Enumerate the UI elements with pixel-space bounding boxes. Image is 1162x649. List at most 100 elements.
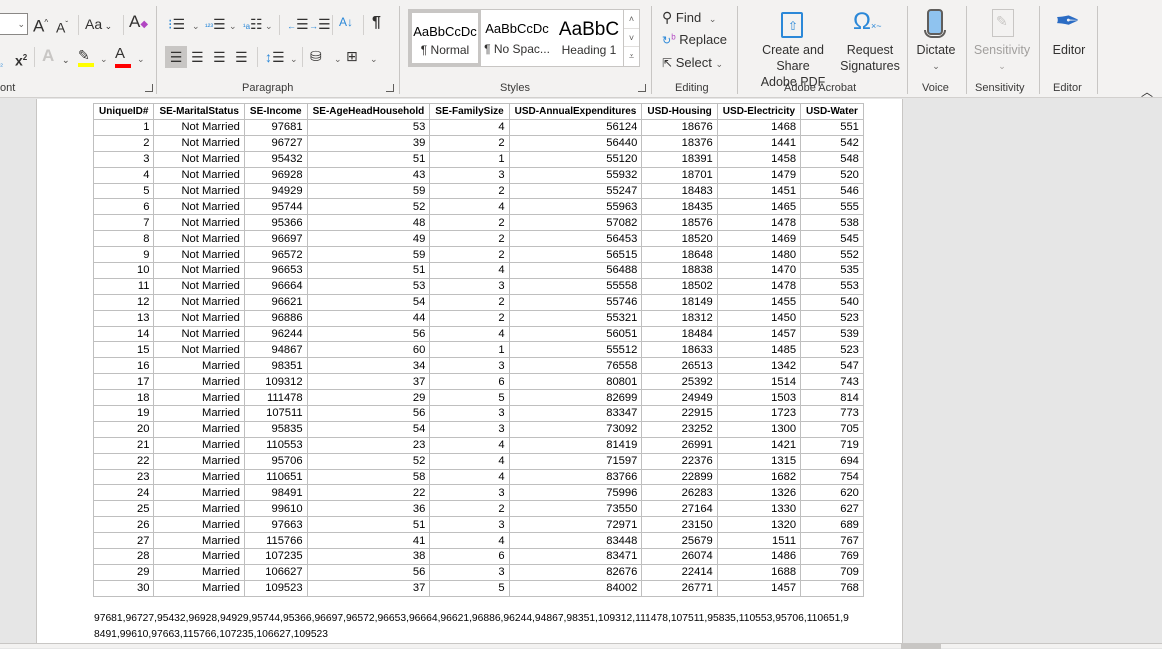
table-cell[interactable]: 1457 xyxy=(716,325,802,343)
table-cell[interactable]: Not Married xyxy=(153,325,245,343)
table-cell[interactable]: 48 xyxy=(306,214,431,232)
table-cell[interactable]: 44 xyxy=(306,309,431,327)
table-cell[interactable]: 18149 xyxy=(641,293,718,311)
table-cell[interactable]: 18838 xyxy=(641,262,718,279)
table-cell[interactable]: 1 xyxy=(429,341,510,359)
table-cell[interactable]: 1342 xyxy=(716,357,802,375)
table-cell[interactable]: 694 xyxy=(800,452,864,470)
table-cell[interactable]: 1320 xyxy=(716,516,802,534)
table-cell[interactable]: Married xyxy=(153,563,245,581)
table-cell[interactable]: 83448 xyxy=(508,532,643,550)
table-cell[interactable]: 3 xyxy=(92,150,155,168)
table-cell[interactable]: 18676 xyxy=(641,119,718,136)
table-cell[interactable]: 8 xyxy=(92,230,155,248)
table-cell[interactable]: 1478 xyxy=(716,277,802,295)
table-cell[interactable]: 56124 xyxy=(508,119,643,136)
table-cell[interactable]: 26513 xyxy=(641,357,718,375)
table-cell[interactable]: 109312 xyxy=(243,373,308,391)
align-right-button[interactable]: ☰ xyxy=(213,49,226,65)
line-spacing-button[interactable]: ↕☰ ⌄ xyxy=(265,49,298,65)
table-cell[interactable]: 18483 xyxy=(641,182,718,200)
table-cell[interactable]: 23150 xyxy=(641,516,718,534)
table-cell[interactable]: 10 xyxy=(92,262,155,279)
table-cell[interactable]: 26771 xyxy=(641,579,718,597)
table-cell[interactable]: 111478 xyxy=(243,389,308,407)
table-cell[interactable]: 22 xyxy=(92,452,155,470)
table-cell[interactable]: Not Married xyxy=(153,166,245,184)
bullets-button[interactable]: ⁝☰ ⌄ xyxy=(168,16,200,32)
table-cell[interactable]: 4 xyxy=(429,532,510,550)
table-cell[interactable]: Married xyxy=(153,484,245,502)
table-cell[interactable]: 22 xyxy=(306,484,431,502)
table-cell[interactable]: Married xyxy=(153,500,245,518)
table-cell[interactable]: 29 xyxy=(92,563,155,581)
font-color-button[interactable]: A ⌄ xyxy=(115,46,145,68)
table-cell[interactable]: 5 xyxy=(92,182,155,200)
table-cell[interactable]: Not Married xyxy=(153,293,245,311)
table-cell[interactable]: 2 xyxy=(429,230,510,248)
table-cell[interactable]: 97663 xyxy=(243,516,308,534)
table-cell[interactable]: 53 xyxy=(306,119,431,136)
table-cell[interactable]: Not Married xyxy=(153,119,245,136)
font-size-dropdown[interactable]: ⌄ xyxy=(0,13,28,35)
table-cell[interactable]: 56440 xyxy=(508,134,643,152)
table-cell[interactable]: 18312 xyxy=(641,309,718,327)
table-cell[interactable]: Not Married xyxy=(153,230,245,248)
table-cell[interactable]: Not Married xyxy=(153,262,245,279)
paragraph-dialog-launcher[interactable] xyxy=(386,84,394,92)
table-cell[interactable]: 96653 xyxy=(243,262,308,279)
table-cell[interactable]: 540 xyxy=(800,293,864,311)
table-cell[interactable]: 620 xyxy=(800,484,864,502)
table-cell[interactable]: 1469 xyxy=(716,230,802,248)
table-cell[interactable]: 23 xyxy=(92,468,155,486)
table-cell[interactable]: 24 xyxy=(92,484,155,502)
table-cell[interactable]: 5 xyxy=(429,579,510,597)
table-cell[interactable]: 23 xyxy=(306,436,431,454)
table-cell[interactable]: 2 xyxy=(429,309,510,327)
table-cell[interactable]: 4 xyxy=(429,119,510,136)
table-cell[interactable]: 551 xyxy=(800,119,864,136)
table-cell[interactable]: 11 xyxy=(92,277,155,295)
table-cell[interactable]: 538 xyxy=(800,214,864,232)
table-cell[interactable]: 38 xyxy=(306,548,431,565)
table-cell[interactable]: 56488 xyxy=(508,262,643,279)
table-cell[interactable]: 2 xyxy=(429,182,510,200)
table-cell[interactable]: 20 xyxy=(92,420,155,438)
table-cell[interactable]: 26991 xyxy=(641,436,718,454)
table-cell[interactable]: 1 xyxy=(92,119,155,136)
table-cell[interactable]: 6 xyxy=(92,198,155,216)
highlight-color-button[interactable]: ✎ ⌄ xyxy=(78,47,108,67)
table-cell[interactable]: 6 xyxy=(429,373,510,391)
table-cell[interactable]: 96886 xyxy=(243,309,308,327)
style-no-spacing[interactable]: AaBbCcDc ¶ No Spac... xyxy=(481,10,553,66)
table-cell[interactable]: 523 xyxy=(800,341,864,359)
table-cell[interactable]: 37 xyxy=(306,373,431,391)
table-cell[interactable]: Not Married xyxy=(153,341,245,359)
table-cell[interactable]: 18502 xyxy=(641,277,718,295)
table-cell[interactable]: 555 xyxy=(800,198,864,216)
table-cell[interactable]: 82699 xyxy=(508,389,643,407)
table-cell[interactable]: 59 xyxy=(306,246,431,264)
table-cell[interactable]: 14 xyxy=(92,325,155,343)
table-cell[interactable]: 107511 xyxy=(243,405,308,422)
table-cell[interactable]: 22899 xyxy=(641,468,718,486)
table-cell[interactable]: 84002 xyxy=(508,579,643,597)
table-cell[interactable]: 1682 xyxy=(716,468,802,486)
table-cell[interactable]: 548 xyxy=(800,150,864,168)
horizontal-scrollbar[interactable] xyxy=(0,643,1162,649)
table-cell[interactable]: 98491 xyxy=(243,484,308,502)
table-cell[interactable]: 705 xyxy=(800,420,864,438)
sort-button[interactable]: A↓ xyxy=(339,14,353,30)
table-cell[interactable]: 18648 xyxy=(641,246,718,264)
table-cell[interactable]: 4 xyxy=(429,325,510,343)
table-cell[interactable]: Married xyxy=(153,357,245,375)
table-cell[interactable]: 57082 xyxy=(508,214,643,232)
table-cell[interactable]: 98351 xyxy=(243,357,308,375)
table-cell[interactable]: 94867 xyxy=(243,341,308,359)
table-cell[interactable]: 1688 xyxy=(716,563,802,581)
table-cell[interactable]: 1457 xyxy=(716,579,802,597)
table-cell[interactable]: 18435 xyxy=(641,198,718,216)
table-cell[interactable]: 60 xyxy=(306,341,431,359)
table-cell[interactable]: 34 xyxy=(306,357,431,375)
table-cell[interactable]: 95744 xyxy=(243,198,308,216)
